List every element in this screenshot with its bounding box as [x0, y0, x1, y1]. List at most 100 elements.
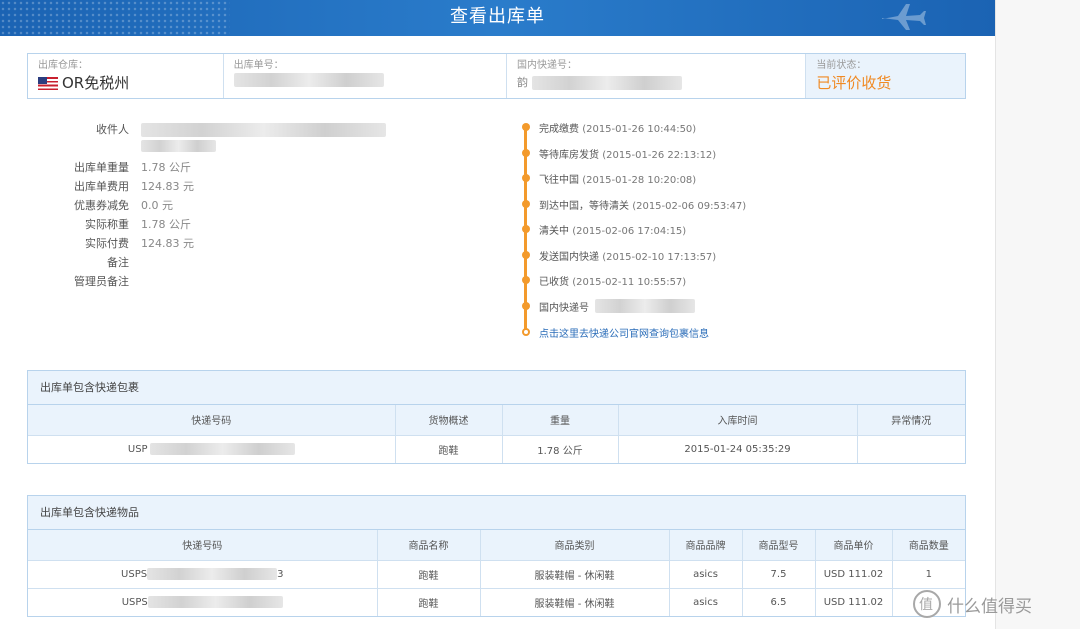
domestic-tracking-value: 韵	[517, 73, 795, 93]
status-cell: 当前状态： 已评价收货	[806, 54, 965, 98]
timeline-time: (2015-01-26 10:44:50)	[582, 123, 697, 135]
timeline-dot-icon	[522, 251, 530, 259]
timeline-time: (2015-02-11 10:55:57)	[572, 276, 687, 288]
redacted-domestic-tracking	[595, 299, 695, 313]
airplane-icon	[882, 4, 926, 30]
packages-panel: 出库单包含快递包裹 快递号码 货物概述 重量 入库时间 异常情况 USP 跑鞋 …	[27, 370, 966, 464]
price-cell: USD 111.02	[815, 560, 893, 589]
order-number-label: 出库单号：	[233, 60, 284, 71]
warehouse-value: OR免税州	[62, 74, 130, 92]
column-header: 异常情况	[857, 405, 965, 436]
page-title: 查看出库单	[450, 6, 545, 27]
coupon-label: 优惠券减免	[74, 199, 129, 212]
table-row: USPS 3 跑鞋 服装鞋帽 - 休闲鞋 asics 7.5 USD 111.02…	[28, 560, 965, 589]
recipient-value	[141, 120, 386, 158]
items-panel-title: 出库单包含快递物品	[28, 496, 965, 530]
packages-panel-title: 出库单包含快递包裹	[28, 371, 965, 405]
column-header: 商品型号	[742, 530, 816, 561]
actual-weight-label: 实际称重	[85, 218, 129, 231]
weight-value: 1.78 公斤	[141, 161, 191, 174]
timeline-item: 发送国内快递 (2015-02-10 17:13:57)	[518, 246, 716, 264]
weight-row: 出库单重量 1.78 公斤	[60, 158, 410, 177]
timeline-event: 到达中国，等待清关	[539, 200, 629, 212]
timeline-dot-icon	[522, 302, 530, 310]
header-bar: 查看出库单	[0, 0, 995, 36]
timeline-event: 完成缴费	[539, 123, 579, 135]
actual-weight-value: 1.78 公斤	[141, 218, 191, 231]
weight-label: 出库单重量	[74, 161, 129, 174]
category-cell: 服装鞋帽 - 休闲鞋	[480, 588, 670, 616]
timeline-link-item[interactable]: 点击这里去快递公司官网查询包裹信息	[518, 323, 709, 341]
timeline-item: 已收货 (2015-02-11 10:55:57)	[518, 271, 686, 289]
watermark-logo-icon	[913, 590, 941, 618]
order-info: 收件人 出库单重量 1.78 公斤 出库单费用 124.83 元 优惠券减免 0…	[60, 120, 410, 291]
column-header: 快递号码	[28, 405, 396, 436]
watermark: 什么值得买	[913, 590, 1032, 618]
redacted-recipient-line2	[141, 140, 216, 152]
price-cell: USD 111.02	[815, 588, 893, 616]
actual-weight-row: 实际称重 1.78 公斤	[60, 215, 410, 234]
exception-cell	[857, 435, 965, 463]
redacted-tracking	[149, 443, 295, 456]
table-header-row: 快递号码 货物概述 重量 入库时间 异常情况	[28, 405, 965, 436]
remark-label: 备注	[107, 256, 129, 269]
fee-label: 出库单费用	[74, 180, 129, 193]
timeline-event: 飞往中国	[539, 174, 579, 186]
timeline-time: (2015-01-26 22:13:12)	[602, 149, 717, 161]
tracking-tail: 3	[277, 569, 284, 580]
product-name-cell: 跑鞋	[377, 560, 481, 589]
table-row: USP 跑鞋 1.78 公斤 2015-01-24 05:35:29	[28, 435, 965, 463]
warehouse-label: 出库仓库：	[38, 60, 88, 71]
timeline-item: 完成缴费 (2015-01-26 10:44:50)	[518, 118, 696, 136]
timeline-event: 清关中	[539, 225, 569, 237]
fee-row: 出库单费用 124.83 元	[60, 177, 410, 196]
column-header: 商品单价	[815, 530, 893, 561]
tracking-prefix: USPS	[121, 569, 148, 580]
order-number-cell: 出库单号：	[224, 54, 507, 98]
timeline-event: 发送国内快递	[539, 251, 599, 263]
column-header: 商品类别	[480, 530, 670, 561]
timeline-event: 国内快递号	[539, 302, 589, 314]
timeline-dot-icon	[522, 225, 530, 233]
qty-cell: 1	[892, 560, 965, 589]
order-number-value	[233, 73, 496, 87]
redacted-order-number	[233, 73, 384, 87]
timeline-time: (2015-02-06 09:53:47)	[632, 200, 747, 212]
timeline-dot-icon	[522, 174, 530, 182]
weight-cell: 1.78 公斤	[502, 435, 619, 463]
timeline-time: (2015-02-06 17:04:15)	[572, 225, 687, 237]
category-cell: 服装鞋帽 - 休闲鞋	[480, 560, 670, 589]
coupon-row: 优惠券减免 0.0 元	[60, 196, 410, 215]
coupon-value: 0.0 元	[141, 199, 173, 212]
table-header-row: 快递号码 商品名称 商品类别 商品品牌 商品型号 商品单价 商品数量	[28, 530, 965, 561]
timeline-dot-icon	[522, 200, 530, 208]
product-name-cell: 跑鞋	[377, 588, 481, 616]
column-header: 商品名称	[377, 530, 481, 561]
redacted-recipient	[141, 123, 386, 137]
column-header: 入库时间	[618, 405, 858, 436]
admin-remark-row: 管理员备注	[60, 272, 410, 291]
shipping-timeline: 完成缴费 (2015-01-26 10:44:50) 等待库房发货 (2015-…	[518, 117, 848, 340]
status-value: 已评价收货	[816, 74, 892, 92]
tracking-prefix: USP	[127, 444, 148, 456]
status-label: 当前状态：	[816, 60, 867, 71]
remark-row: 备注	[60, 253, 410, 272]
timeline-end-dot-icon	[522, 328, 530, 336]
brand-cell: asics	[669, 588, 743, 616]
desc-cell: 跑鞋	[395, 435, 503, 463]
watermark-text: 什么值得买	[947, 596, 1032, 617]
actual-pay-row: 实际付费 124.83 元	[60, 234, 410, 253]
actual-pay-label: 实际付费	[85, 237, 129, 250]
timeline-event: 已收货	[539, 276, 569, 288]
column-header: 商品品牌	[669, 530, 743, 561]
warehouse-value-row: OR免税州	[38, 73, 213, 93]
order-summary: 出库仓库： OR免税州 出库单号： 国内快递号： 韵 当前状态： 已评价收货	[27, 53, 966, 99]
recipient-row: 收件人	[60, 120, 410, 158]
column-header: 货物概述	[395, 405, 503, 436]
column-header: 商品数量	[892, 530, 965, 561]
courier-query-link[interactable]: 点击这里去快递公司官网查询包裹信息	[539, 325, 709, 340]
tracking-cell: USPS 3	[28, 560, 378, 589]
column-header: 重量	[502, 405, 619, 436]
redacted-tracking	[147, 568, 278, 580]
timeline-dot-icon	[522, 276, 530, 284]
